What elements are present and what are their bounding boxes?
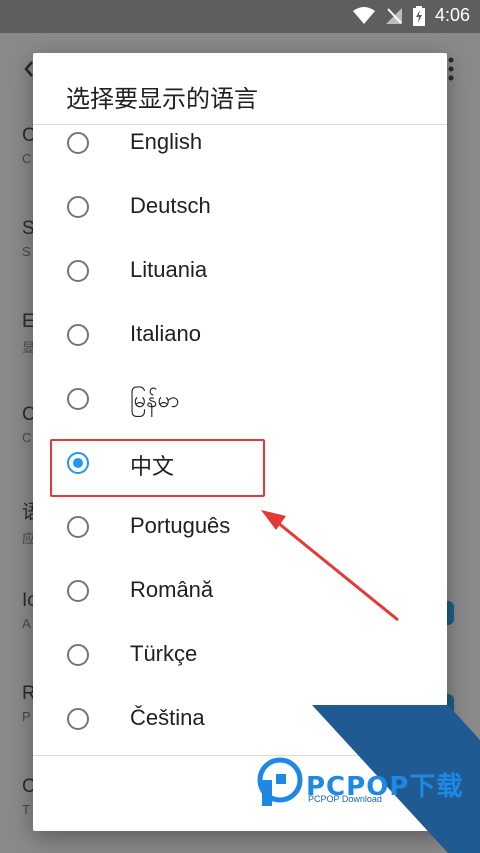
watermark-subtext: PCPOP Download xyxy=(308,794,382,804)
option-label: English xyxy=(130,129,203,154)
language-dialog: 选择要显示的语言 English Deutsch Lituania Italia… xyxy=(33,53,447,831)
radio-button[interactable] xyxy=(67,260,89,282)
radio-button[interactable] xyxy=(67,580,89,602)
radio-button[interactable] xyxy=(67,132,89,154)
option-label: မြန်မာ xyxy=(130,388,180,413)
radio-button[interactable] xyxy=(67,196,89,218)
option-label: Türkçe xyxy=(130,641,198,666)
radio-button[interactable] xyxy=(67,324,89,346)
language-option-english[interactable]: English xyxy=(33,114,447,178)
language-option-portugues[interactable]: Português xyxy=(33,498,447,562)
option-label: Deutsch xyxy=(130,193,211,218)
wifi-icon xyxy=(352,6,375,24)
language-option-deutsch[interactable]: Deutsch xyxy=(33,178,447,242)
divider xyxy=(33,755,447,756)
option-label: Português xyxy=(130,513,231,538)
language-option-italiano[interactable]: Italiano xyxy=(33,306,447,370)
option-label: Română xyxy=(130,577,214,602)
option-label: Čeština xyxy=(130,705,205,730)
radio-button[interactable] xyxy=(67,388,89,410)
status-icons: 4:06 xyxy=(352,5,470,26)
language-option-myanmar[interactable]: မြန်မာ xyxy=(33,370,447,434)
language-option-turkce[interactable]: Türkçe xyxy=(33,626,447,690)
more-options-icon xyxy=(448,57,454,81)
language-option-lituania[interactable]: Lituania xyxy=(33,242,447,306)
option-label: Italiano xyxy=(130,321,201,346)
language-option-cestina[interactable]: Čeština xyxy=(33,690,447,754)
status-time: 4:06 xyxy=(434,5,470,25)
radio-button[interactable] xyxy=(67,708,89,730)
radio-button[interactable] xyxy=(67,516,89,538)
radio-button[interactable] xyxy=(67,644,89,666)
status-bar: 4:06 xyxy=(0,0,480,33)
annotation-highlight-box xyxy=(50,439,265,497)
dialog-title: 选择要显示的语言 xyxy=(66,85,258,113)
battery-charging-icon xyxy=(412,5,425,26)
option-label: Lituania xyxy=(130,257,208,282)
language-option-romana[interactable]: Română xyxy=(33,562,447,626)
no-signal-icon xyxy=(385,7,402,24)
